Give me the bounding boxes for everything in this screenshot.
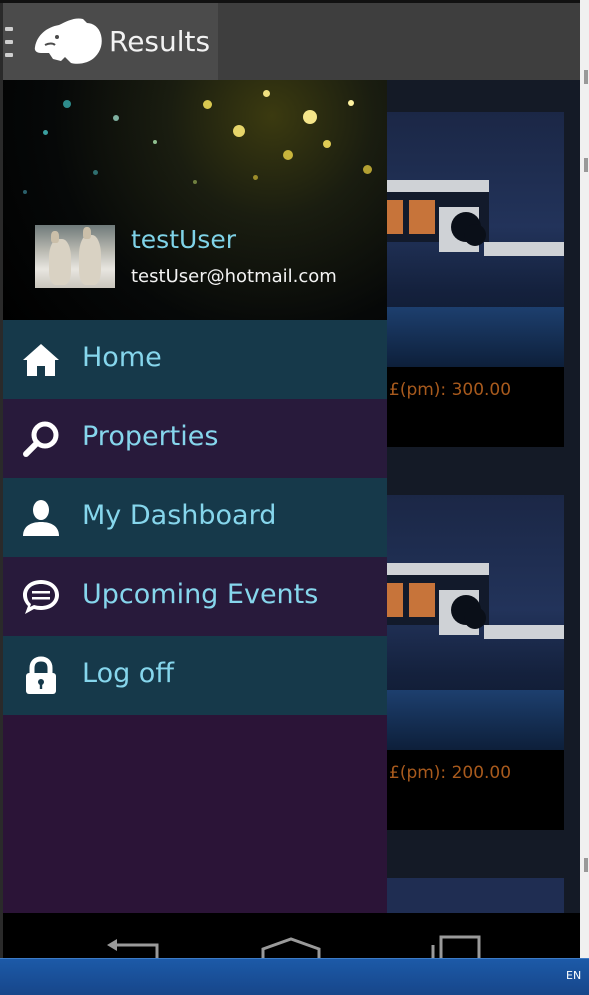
drawer-header: testUser testUser@hotmail.com [3, 80, 387, 320]
listing-price: £(pm): 200.00 [389, 763, 512, 783]
language-indicator[interactable]: EN [566, 969, 581, 982]
action-bar: Results [3, 3, 580, 80]
listing-price: £(pm): 300.00 [389, 380, 512, 400]
drawer-item-label: Log off [82, 658, 174, 689]
chat-bubble-icon [23, 580, 59, 614]
back-icon[interactable] [103, 935, 163, 958]
user-avatar[interactable] [35, 225, 115, 288]
hamburger-icon [5, 27, 13, 57]
listing-card[interactable] [369, 878, 564, 918]
listing-photo [369, 112, 564, 367]
listing-photo [369, 495, 564, 750]
edge-mark [584, 158, 588, 172]
edge-mark [584, 858, 588, 872]
search-icon [23, 421, 59, 457]
listing-card[interactable]: £(pm): 300.00 [369, 112, 564, 447]
panther-logo-icon [34, 18, 102, 64]
user-name: testUser [131, 225, 236, 254]
drawer-item-logoff[interactable]: Log off [3, 636, 387, 715]
emulator-window: £(pm): 300.00 £(pm): 200.00 Results test… [0, 0, 589, 995]
drawer-toggle-button[interactable]: Results [3, 3, 218, 80]
drawer-item-home[interactable]: Home [3, 320, 387, 399]
listing-card[interactable]: £(pm): 200.00 [369, 495, 564, 830]
window-right-edge [580, 0, 589, 958]
edge-mark [584, 70, 588, 84]
app-screen: £(pm): 300.00 £(pm): 200.00 Results test… [3, 3, 580, 958]
user-email: testUser@hotmail.com [131, 266, 337, 287]
home-icon [23, 344, 59, 376]
user-icon [23, 500, 59, 536]
os-taskbar: EN [0, 958, 589, 995]
home-nav-icon[interactable] [261, 935, 321, 958]
screen-title: Results [109, 25, 211, 58]
drawer-item-properties[interactable]: Properties [3, 399, 387, 478]
navigation-drawer: testUser testUser@hotmail.com Home Prope… [3, 80, 387, 913]
lock-icon [26, 656, 56, 694]
system-nav-bar [3, 913, 580, 958]
drawer-item-label: Upcoming Events [82, 579, 319, 610]
drawer-item-events[interactable]: Upcoming Events [3, 557, 387, 636]
drawer-item-label: Home [82, 342, 162, 373]
drawer-item-label: Properties [82, 421, 219, 452]
drawer-item-dashboard[interactable]: My Dashboard [3, 478, 387, 557]
recent-apps-icon[interactable] [425, 935, 485, 958]
drawer-item-label: My Dashboard [82, 500, 277, 531]
